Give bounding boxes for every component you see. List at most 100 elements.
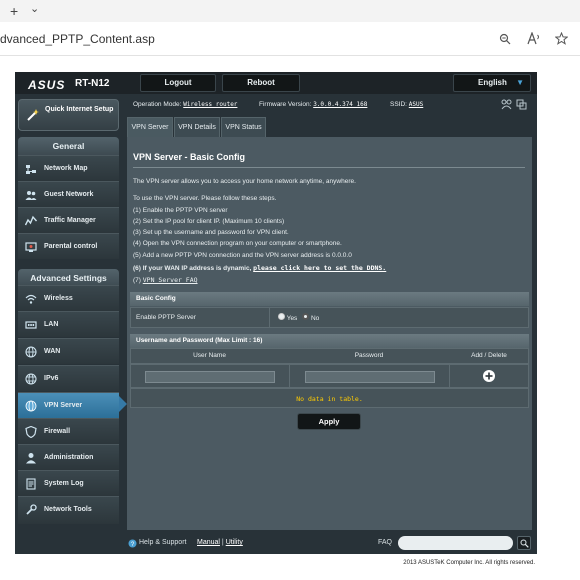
sidebar-item-network-tools[interactable]: Network Tools bbox=[18, 496, 119, 524]
user-table-header: Username and Password (Max Limit : 16) bbox=[130, 334, 529, 348]
manual-link[interactable]: Manual bbox=[197, 539, 220, 546]
password-input[interactable] bbox=[305, 371, 435, 383]
logout-button[interactable]: Logout bbox=[140, 74, 216, 92]
ssid-label: SSID: bbox=[390, 101, 407, 108]
sidebar-item-administration[interactable]: Administration bbox=[18, 444, 119, 470]
general-section-title: General bbox=[18, 137, 119, 155]
address-bar[interactable]: dvanced_PPTP_Content.asp bbox=[0, 22, 580, 56]
quick-internet-setup-button[interactable]: Quick Internet Setup bbox=[18, 99, 119, 131]
sidebar-item-label: Guest Network bbox=[44, 191, 94, 198]
sidebar-item-parental-control[interactable]: Parental control bbox=[18, 233, 119, 259]
sidebar-item-network-map[interactable]: Network Map bbox=[18, 155, 119, 181]
ddns-link[interactable]: please click here to set the DDNS. bbox=[253, 264, 386, 272]
sidebar-item-lan[interactable]: LAN bbox=[18, 311, 119, 337]
traffic-manager-icon bbox=[25, 215, 37, 226]
operation-mode-link[interactable]: Wireless router bbox=[183, 101, 237, 108]
enable-pptp-radio-group: Yes No bbox=[278, 313, 319, 322]
clients-status-icon[interactable] bbox=[516, 99, 527, 110]
radio-yes-label: Yes bbox=[286, 315, 298, 322]
step-4: (4) Open the VPN connection program on y… bbox=[133, 240, 342, 247]
chevron-down-icon: ▼ bbox=[516, 78, 524, 87]
step-6-text: (6) If your WAN IP address is dynamic, bbox=[133, 265, 252, 272]
page-title: VPN Server - Basic Config bbox=[133, 152, 246, 162]
vpn-server-icon bbox=[25, 400, 37, 412]
read-aloud-icon[interactable] bbox=[527, 32, 541, 45]
sidebar-item-label: Traffic Manager bbox=[44, 217, 96, 224]
step-2: (2) Set the IP pool for client IP. (Maxi… bbox=[133, 218, 285, 225]
sidebar-item-label: System Log bbox=[44, 480, 84, 487]
magic-wand-icon bbox=[27, 109, 39, 121]
zoom-icon[interactable] bbox=[499, 33, 511, 45]
col-user-name: User Name bbox=[193, 352, 226, 359]
tab-vpn-server[interactable]: VPN Server bbox=[127, 117, 173, 137]
step-3: (3) Set up the username and password for… bbox=[133, 229, 289, 236]
new-tab-button[interactable]: + bbox=[10, 4, 18, 18]
col-add-delete: Add / Delete bbox=[471, 352, 507, 359]
title-divider bbox=[133, 167, 525, 168]
sidebar-item-label: LAN bbox=[44, 321, 59, 328]
faq-search-input[interactable] bbox=[398, 536, 513, 550]
firewall-icon bbox=[25, 426, 37, 438]
network-map-icon bbox=[26, 165, 36, 174]
apply-button[interactable]: Apply bbox=[297, 413, 361, 430]
vpn-faq-link[interactable]: VPN Server FAQ bbox=[143, 276, 198, 284]
sidebar-item-label: WAN bbox=[44, 348, 61, 355]
step-1: (1) Enable the PPTP VPN server bbox=[133, 207, 228, 214]
sidebar-item-label: Network Map bbox=[44, 165, 88, 172]
usb-status-icon[interactable] bbox=[501, 99, 512, 110]
reboot-button[interactable]: Reboot bbox=[222, 74, 300, 92]
firmware-link[interactable]: 3.0.0.4.374_168 bbox=[313, 101, 367, 108]
sidebar-item-system-log[interactable]: System Log bbox=[18, 470, 119, 496]
sidebar-item-wan[interactable]: WAN bbox=[18, 338, 119, 364]
sidebar-item-firewall[interactable]: Firewall bbox=[18, 418, 119, 444]
system-log-icon bbox=[26, 478, 36, 490]
wireless-icon bbox=[25, 294, 37, 304]
ssid: SSID: ASUS bbox=[390, 101, 423, 108]
col-password: Password bbox=[354, 352, 384, 359]
step-7: (7) VPN Server FAQ bbox=[133, 276, 198, 284]
cell-divider bbox=[289, 365, 290, 387]
sidebar-item-label: Firewall bbox=[44, 428, 71, 435]
sidebar-item-ipv6[interactable]: IPv6 bbox=[18, 365, 119, 391]
empty-table-message: No data in table. bbox=[130, 388, 529, 408]
sidebar-item-label: Wireless bbox=[44, 295, 73, 302]
tab-list-chevron-icon[interactable]: ⌄ bbox=[30, 2, 39, 16]
search-icon bbox=[520, 539, 529, 548]
basic-config-header: Basic Config bbox=[130, 292, 529, 306]
sidebar-item-traffic-manager[interactable]: Traffic Manager bbox=[18, 207, 119, 233]
language-value: English bbox=[478, 78, 507, 87]
network-tools-icon bbox=[26, 504, 37, 515]
radio-yes[interactable] bbox=[278, 313, 285, 320]
faq-search-button[interactable] bbox=[517, 536, 531, 550]
url-text[interactable]: dvanced_PPTP_Content.asp bbox=[0, 32, 155, 46]
model-name: RT-N12 bbox=[75, 78, 110, 89]
ssid-link[interactable]: ASUS bbox=[409, 101, 423, 108]
enable-pptp-label: Enable PPTP Server bbox=[136, 314, 196, 321]
asus-logo: ASUS bbox=[28, 78, 66, 92]
tab-vpn-status[interactable]: VPN Status bbox=[221, 117, 266, 137]
radio-no[interactable] bbox=[302, 313, 310, 320]
tab-vpn-details[interactable]: VPN Details bbox=[174, 117, 220, 137]
operation-mode: Operation Mode: Wireless router bbox=[133, 101, 237, 108]
username-input[interactable] bbox=[145, 371, 275, 383]
sidebar-item-label: Network Tools bbox=[44, 506, 92, 513]
favorite-star-icon[interactable] bbox=[555, 32, 568, 45]
radio-no-label: No bbox=[310, 315, 320, 322]
steps-intro: To use the VPN server. Please follow the… bbox=[133, 195, 277, 202]
language-select[interactable]: English ▼ bbox=[453, 74, 531, 92]
utility-link[interactable]: Utility bbox=[226, 539, 243, 546]
sidebar-item-label: Parental control bbox=[44, 243, 98, 250]
sidebar-item-wireless[interactable]: Wireless bbox=[18, 285, 119, 311]
intro-text: The VPN server allows you to access your… bbox=[133, 178, 356, 185]
add-user-button[interactable] bbox=[482, 369, 496, 383]
step-6: (6) If your WAN IP address is dynamic, p… bbox=[133, 264, 386, 272]
sidebar-item-vpn-server[interactable]: VPN Server bbox=[18, 392, 119, 418]
row-divider bbox=[269, 308, 270, 327]
sidebar-item-guest-network[interactable]: Guest Network bbox=[18, 181, 119, 207]
browser-tab-strip: + ⌄ bbox=[0, 0, 580, 22]
help-support-label: Help & Support bbox=[139, 539, 187, 546]
step-5: (5) Add a new PPTP VPN connection and th… bbox=[133, 252, 352, 259]
parental-control-icon bbox=[25, 242, 37, 252]
sidebar-item-label: Administration bbox=[44, 454, 94, 461]
active-pointer-icon bbox=[119, 396, 127, 412]
